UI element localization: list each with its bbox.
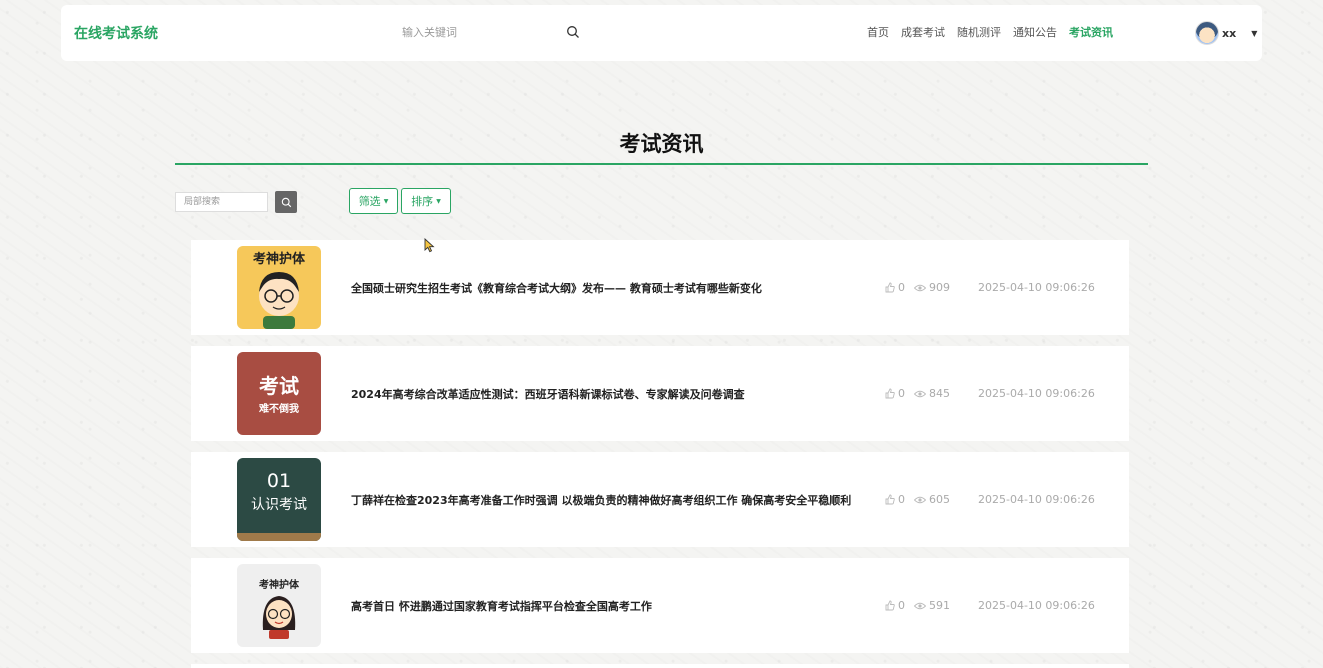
news-date: 2025-04-10 09:06:26 xyxy=(978,493,1095,506)
thumb-subtext: 难不倒我 xyxy=(259,404,299,415)
nav-home[interactable]: 首页 xyxy=(867,24,889,40)
sort-dropdown-button[interactable]: 排序 ▼ xyxy=(401,188,451,214)
chevron-down-icon[interactable]: ▼ xyxy=(1251,29,1257,38)
thumbs-up-icon xyxy=(885,600,895,611)
thumb-subtext: 认识考试 xyxy=(251,497,307,513)
like-count[interactable]: 0 xyxy=(885,599,905,612)
eye-icon xyxy=(914,284,926,291)
svg-text:考神护体: 考神护体 xyxy=(253,251,306,267)
news-item[interactable]: 考神护体 高考首日 怀进鹏通过国家教育考试指挥平台检查全国高考工作 0 591 … xyxy=(191,558,1129,653)
thumbs-up-icon xyxy=(885,388,895,399)
nav-random-test[interactable]: 随机测评 xyxy=(957,24,1001,40)
news-item[interactable]: 考神护体 全国硕士研究生招生考试《教育综合考试大纲》发布—— 教育硕士考试有哪些… xyxy=(191,240,1129,335)
news-stats: 0 591 xyxy=(885,558,950,653)
news-item[interactable]: 考试 难不倒我 2024年高考综合改革适应性测试：西班牙语科新课标试卷、专家解读… xyxy=(191,346,1129,441)
cartoon-girl-image: 考神护体 xyxy=(259,578,300,639)
news-date: 2025-04-10 09:06:26 xyxy=(978,387,1095,400)
caret-down-icon: ▼ xyxy=(436,197,441,205)
view-count: 591 xyxy=(914,599,950,612)
like-count[interactable]: 0 xyxy=(885,281,905,294)
username[interactable]: xx xyxy=(1222,27,1236,40)
news-stats: 0 845 xyxy=(885,346,950,441)
eye-icon xyxy=(914,390,926,397)
nav-notice[interactable]: 通知公告 xyxy=(1013,24,1057,40)
search-icon xyxy=(281,197,291,207)
news-title[interactable]: 丁薛祥在检查2023年高考准备工作时强调 以极端负责的精神做好高考组织工作 确保… xyxy=(351,452,851,547)
news-date: 2025-04-10 09:06:26 xyxy=(978,281,1095,294)
news-title[interactable]: 全国硕士研究生招生考试《教育综合考试大纲》发布—— 教育硕士考试有哪些新变化 xyxy=(351,240,762,335)
nav-exam-news[interactable]: 考试资讯 xyxy=(1069,24,1113,40)
page-title: 考试资讯 xyxy=(619,132,704,156)
brand-logo[interactable]: 在线考试系统 xyxy=(74,23,158,43)
news-stats: 0 909 xyxy=(885,240,950,335)
view-count: 605 xyxy=(914,493,950,506)
thumbs-up-icon xyxy=(885,494,895,505)
search-input[interactable] xyxy=(400,18,554,46)
top-navbar: 在线考试系统 首页 成套考试 随机测评 通知公告 考试资讯 xx ▼ xyxy=(61,5,1262,61)
filter-dropdown-button[interactable]: 筛选 ▼ xyxy=(349,188,398,214)
thumb-text: 01 xyxy=(266,470,292,492)
eye-icon xyxy=(914,602,926,609)
view-count: 845 xyxy=(914,387,950,400)
thumbs-up-icon xyxy=(885,282,895,293)
header-search xyxy=(400,18,580,46)
local-search-button[interactable] xyxy=(275,191,297,213)
view-count: 909 xyxy=(914,281,950,294)
local-search-input[interactable] xyxy=(175,192,268,212)
nav-full-exam[interactable]: 成套考试 xyxy=(901,24,945,40)
title-divider xyxy=(175,163,1148,165)
main-nav: 首页 成套考试 随机测评 通知公告 考试资讯 xyxy=(867,24,1113,40)
mouse-cursor-icon xyxy=(424,238,435,253)
news-item[interactable]: 01 认识考试 丁薛祥在检查2023年高考准备工作时强调 以极端负责的精神做好高… xyxy=(191,452,1129,547)
user-menu[interactable]: xx ▼ xyxy=(1195,21,1257,45)
news-thumbnail[interactable]: 考神护体 xyxy=(237,246,321,329)
thumb-text: 考试 xyxy=(259,374,299,398)
like-count[interactable]: 0 xyxy=(885,493,905,506)
news-title[interactable]: 2024年高考综合改革适应性测试：西班牙语科新课标试卷、专家解读及问卷调查 xyxy=(351,346,745,441)
search-icon[interactable] xyxy=(566,25,580,39)
sort-label: 排序 xyxy=(411,195,434,208)
news-item[interactable] xyxy=(191,664,1129,668)
news-thumbnail[interactable]: 01 认识考试 xyxy=(237,458,321,541)
news-title[interactable]: 高考首日 怀进鹏通过国家教育考试指挥平台检查全国高考工作 xyxy=(351,558,652,653)
filter-label: 筛选 xyxy=(358,195,381,208)
svg-text:考神护体: 考神护体 xyxy=(259,578,300,591)
news-stats: 0 605 xyxy=(885,452,950,547)
cartoon-student-image: 考神护体 xyxy=(253,251,306,329)
eye-icon xyxy=(914,496,926,503)
news-thumbnail[interactable]: 考神护体 xyxy=(237,564,321,647)
news-date: 2025-04-10 09:06:26 xyxy=(978,599,1095,612)
caret-down-icon: ▼ xyxy=(383,197,389,205)
avatar[interactable] xyxy=(1195,21,1219,45)
chalkboard-ledge xyxy=(237,533,321,541)
like-count[interactable]: 0 xyxy=(885,387,905,400)
news-thumbnail[interactable]: 考试 难不倒我 xyxy=(237,352,321,435)
